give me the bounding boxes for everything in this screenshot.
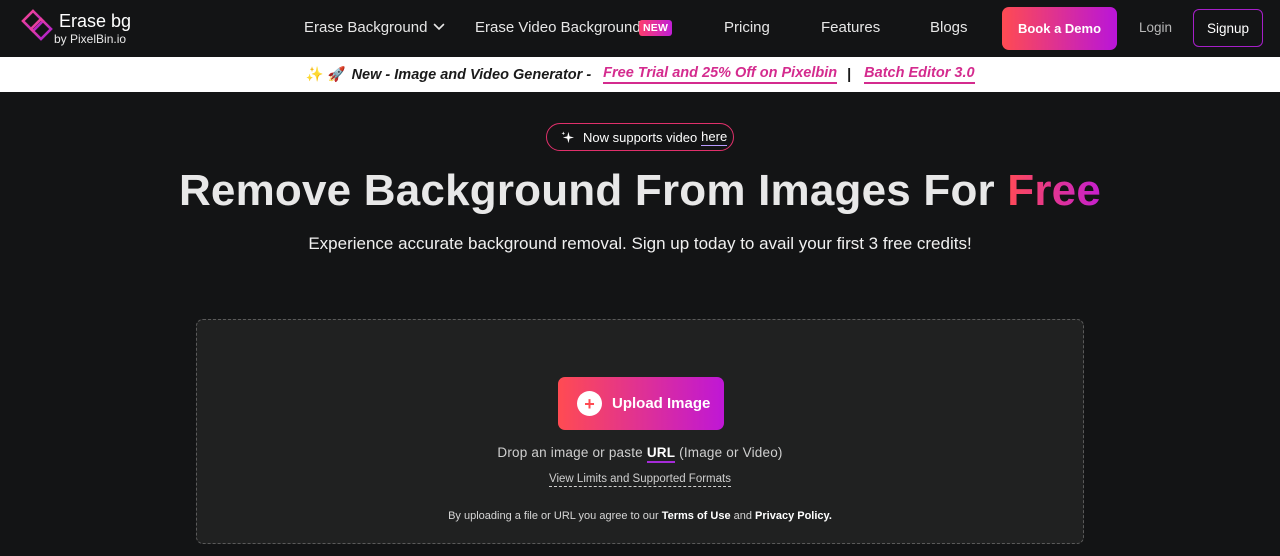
- nav-pricing[interactable]: Pricing: [724, 19, 770, 36]
- sparkle-icon: [561, 130, 574, 143]
- page-title: Remove Background From Images For Free: [0, 166, 1280, 216]
- brand-subtitle: by PixelBin.io: [54, 32, 127, 46]
- promo-batch-editor-link[interactable]: Batch Editor 3.0: [864, 65, 975, 84]
- top-navbar: Erase bg by PixelBin.io Erase Background…: [0, 0, 1280, 57]
- limits-formats: View Limits and Supported Formats: [197, 473, 1083, 487]
- nav-erase-background[interactable]: Erase Background: [304, 19, 427, 36]
- chevron-down-icon[interactable]: [433, 23, 445, 31]
- terms-of-use-link[interactable]: Terms of Use: [662, 510, 731, 522]
- brand-logo[interactable]: Erase bg by PixelBin.io: [21, 9, 131, 45]
- erase-bg-logo-icon: [21, 9, 53, 41]
- promo-text: New - Image and Video Generator -: [351, 66, 592, 83]
- hero-subtitle: Experience accurate background removal. …: [308, 234, 972, 253]
- view-limits-link[interactable]: View Limits and Supported Formats: [549, 473, 731, 487]
- upload-dropzone[interactable]: + Upload Image Drop an image or paste UR…: [196, 319, 1084, 544]
- drop-prefix: Drop an image or paste: [497, 445, 647, 460]
- sparkle-rocket-emoji: ✨ 🚀: [305, 67, 346, 83]
- upload-button-label: Upload Image: [612, 395, 711, 412]
- title-highlight: Free: [1007, 166, 1102, 215]
- nav-features[interactable]: Features: [821, 19, 880, 36]
- drop-instructions: Drop an image or paste URL (Image or Vid…: [197, 445, 1083, 463]
- upload-image-button[interactable]: + Upload Image: [558, 377, 724, 430]
- nav-blogs[interactable]: Blogs: [930, 19, 968, 36]
- nav-erase-video-background[interactable]: Erase Video Background: [475, 19, 641, 36]
- drop-suffix: (Image or Video): [675, 445, 783, 460]
- title-main: Remove Background From Images For: [178, 166, 1008, 215]
- terms-prefix: By uploading a file or URL you agree to …: [448, 510, 662, 522]
- pill-text: Now supports video: [583, 129, 698, 145]
- promo-banner: ✨ 🚀 New - Image and Video Generator - Fr…: [0, 57, 1280, 92]
- terms-notice: By uploading a file or URL you agree to …: [197, 510, 1083, 522]
- login-link[interactable]: Login: [1139, 20, 1172, 35]
- paste-url-link[interactable]: URL: [646, 445, 676, 463]
- privacy-policy-link[interactable]: Privacy Policy.: [755, 510, 832, 522]
- signup-button[interactable]: Signup: [1193, 9, 1263, 47]
- new-badge: NEW: [639, 20, 673, 36]
- book-demo-button[interactable]: Book a Demo: [1002, 7, 1117, 50]
- pill-here-link[interactable]: here: [701, 129, 728, 146]
- plus-icon: +: [577, 391, 602, 416]
- terms-and: and: [730, 510, 756, 522]
- promo-separator: |: [847, 66, 852, 83]
- brand-title: Erase bg: [59, 11, 132, 31]
- promo-free-trial-link[interactable]: Free Trial and 25% Off on Pixelbin: [603, 65, 838, 84]
- video-support-pill: Now supports video here: [546, 123, 734, 151]
